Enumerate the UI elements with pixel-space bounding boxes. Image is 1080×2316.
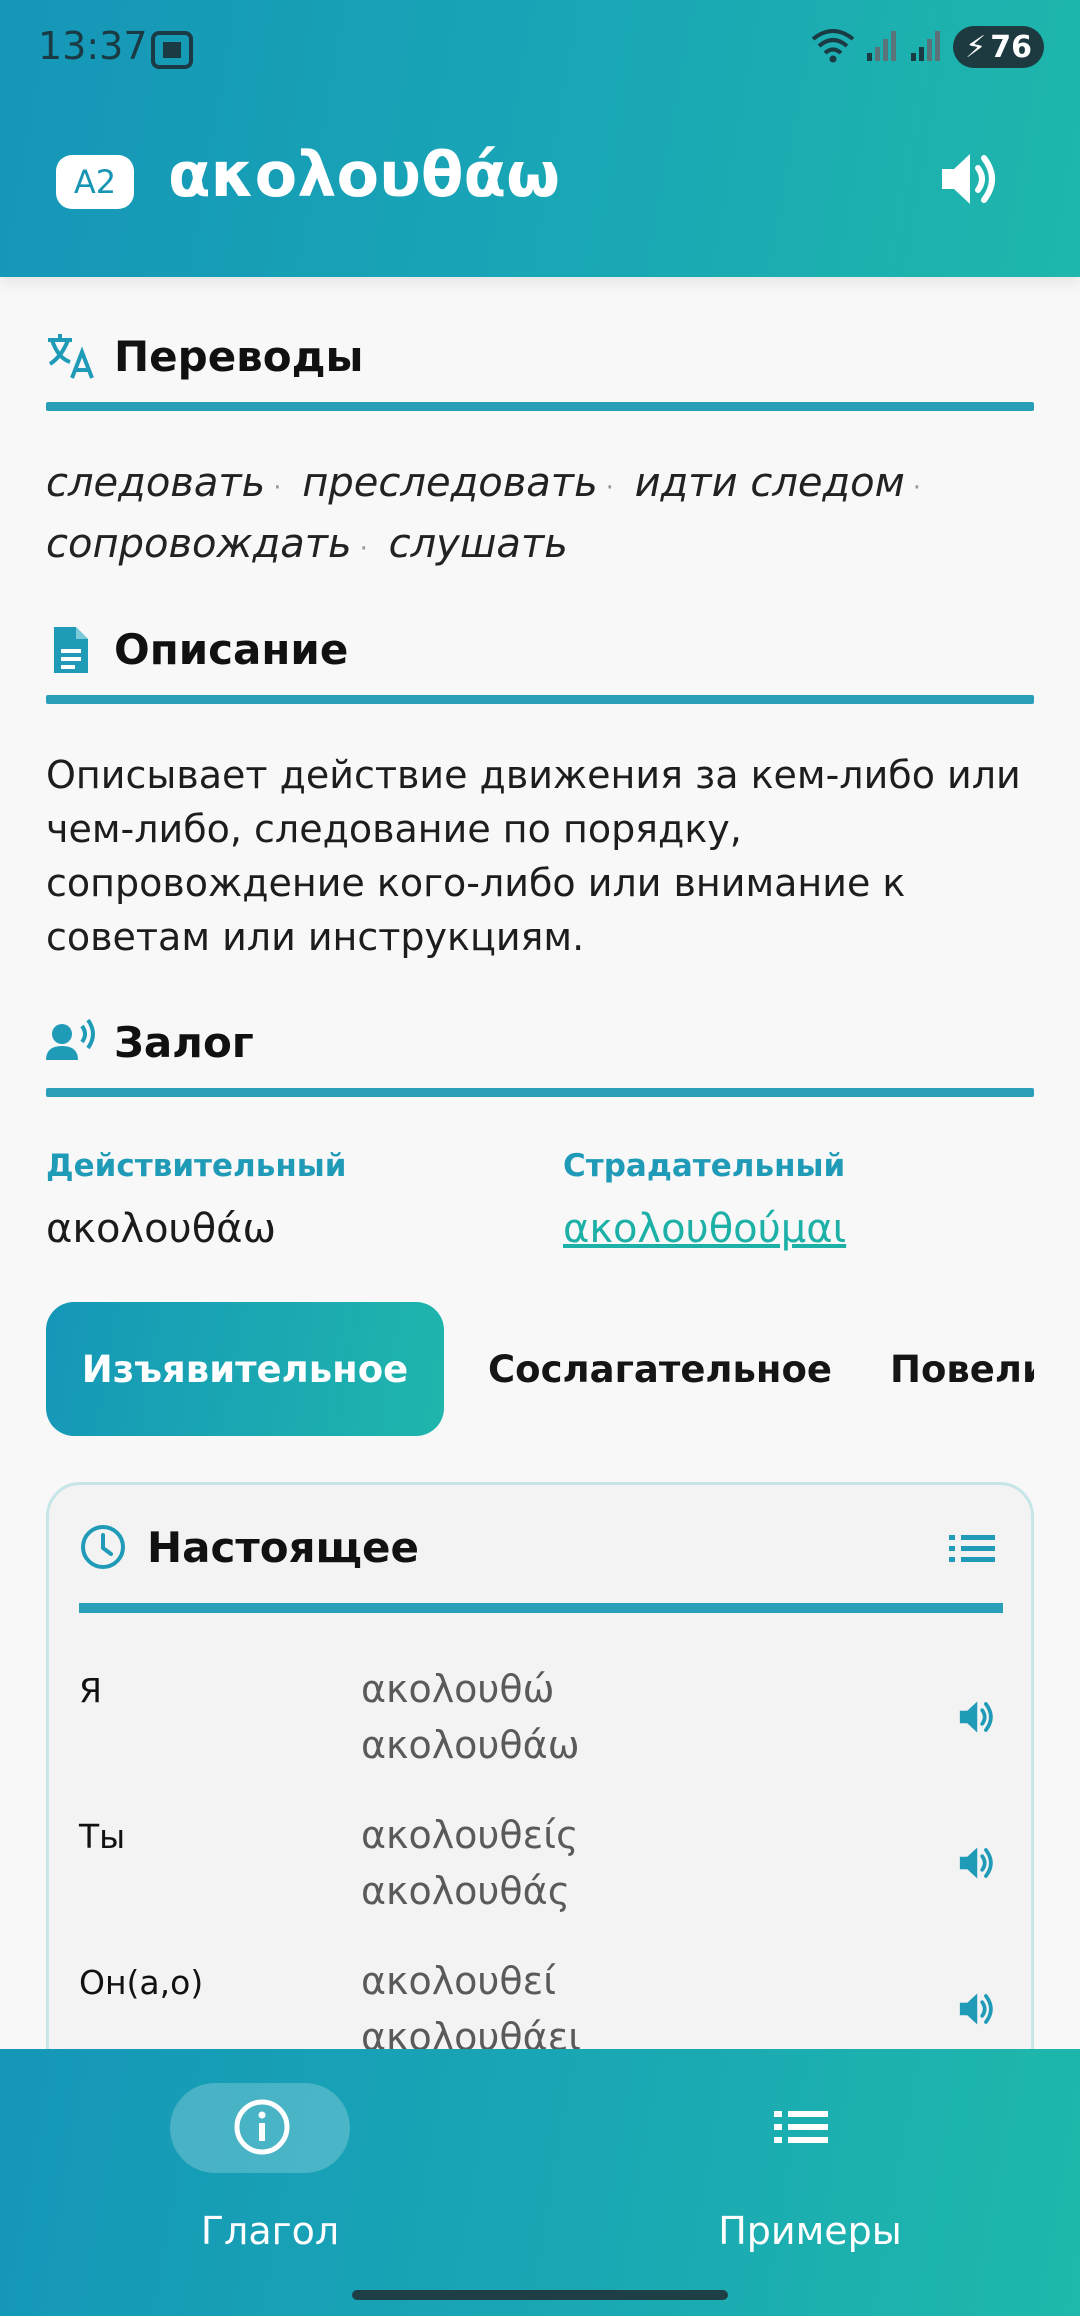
voice-section-header: Залог	[46, 1018, 1034, 1108]
section-divider	[46, 1088, 1034, 1097]
tense-divider	[79, 1603, 1003, 1613]
app-header: 13:37 ⚡ 76 A2 ακολουθάω	[0, 0, 1080, 277]
status-time: 13:37	[38, 24, 148, 68]
passive-voice-link[interactable]: ακολουθούμαι	[563, 1206, 846, 1252]
conjugation-forms: ακολουθώ ακολουθάω	[361, 1661, 580, 1773]
tab-indicative[interactable]: Изъявительное	[46, 1302, 444, 1436]
level-badge: A2	[56, 155, 134, 209]
section-divider	[46, 695, 1034, 704]
speaker-icon[interactable]	[957, 1699, 995, 1740]
mood-tabs: Изъявительное Сослагательное Повели	[46, 1302, 1034, 1436]
form-alternate: ακολουθάω	[361, 1723, 580, 1767]
active-voice-label: Действительный	[46, 1148, 347, 1184]
translation-item: следовать	[46, 460, 266, 506]
nav-label-verb: Глагол	[200, 2209, 340, 2253]
separator-dot: ·	[912, 473, 922, 503]
clock-icon	[79, 1523, 127, 1576]
voice-title: Залог	[114, 1018, 254, 1067]
charging-icon: ⚡	[965, 29, 987, 65]
separator-dot: ·	[273, 473, 282, 503]
separator-dot: ·	[605, 473, 614, 503]
gesture-bar[interactable]	[352, 2290, 728, 2300]
list-icon[interactable]	[949, 1531, 997, 1572]
pronoun: Ты	[79, 1817, 126, 1856]
translation-item: сопровождать	[46, 521, 352, 567]
active-voice: Действительный ακολουθάω	[46, 1148, 347, 1252]
translation-item: слушать	[388, 521, 568, 567]
nav-item-examples[interactable]: Примеры	[540, 2049, 1080, 2279]
pronoun: Я	[79, 1671, 102, 1710]
passive-voice: Страдательный ακολουθούμαι	[563, 1148, 846, 1252]
tense-title: Настоящее	[147, 1523, 419, 1572]
speaker-icon[interactable]	[957, 1845, 995, 1886]
tab-imperative[interactable]: Повели	[890, 1302, 1034, 1436]
description-title: Описание	[114, 625, 349, 674]
conjugation-forms: ακολουθείς ακολουθάς	[361, 1807, 578, 1919]
description-text: Описывает действие движения за кем-либо …	[46, 753, 1021, 959]
conjugation-row: Ты ακολουθείς ακολουθάς	[79, 1807, 1003, 1947]
screenshot-icon	[150, 30, 194, 75]
tab-subjunctive[interactable]: Сослагательное	[488, 1302, 832, 1436]
translations-list: следовать · преследовать · идти следом · со…	[46, 455, 1036, 577]
nav-item-verb[interactable]: Глагол	[0, 2049, 540, 2279]
document-icon	[46, 625, 96, 680]
translate-icon	[46, 332, 96, 387]
passive-voice-label: Страдательный	[563, 1148, 846, 1184]
description-section-header: Описание	[46, 625, 1034, 715]
voice-person-icon	[46, 1018, 96, 1073]
signal-icon	[865, 27, 899, 68]
signal-roaming-icon	[909, 27, 943, 68]
translations-title: Переводы	[114, 332, 364, 381]
nav-label-examples: Примеры	[718, 2209, 902, 2253]
form-primary: ακολουθείς	[361, 1813, 579, 1857]
pronoun: Он(а,о)	[79, 1963, 204, 2002]
battery-indicator: ⚡ 76	[953, 26, 1044, 68]
tense-card-header: Настоящее	[79, 1523, 1003, 1613]
info-icon	[232, 2097, 292, 2162]
form-primary: ακολουθώ	[361, 1667, 555, 1711]
battery-level: 76	[990, 29, 1032, 65]
translation-item: идти следом	[634, 460, 905, 506]
status-icons: ⚡ 76	[811, 26, 1044, 68]
translation-item: преследовать	[302, 460, 598, 506]
separator-dot: ·	[359, 534, 368, 564]
conjugation-row: Я ακολουθώ ακολουθάω	[79, 1661, 1003, 1801]
wifi-icon	[811, 27, 855, 68]
speaker-icon[interactable]	[938, 150, 998, 213]
form-primary: ακολουθεί	[361, 1959, 557, 2003]
status-bar: 13:37 ⚡ 76	[0, 0, 1080, 96]
section-divider	[46, 402, 1034, 411]
list-icon	[772, 2097, 832, 2162]
translations-section-header: Переводы	[46, 332, 1034, 422]
form-alternate: ακολουθάς	[361, 1869, 571, 1913]
bottom-navigation: Глагол Примеры	[0, 2049, 1080, 2316]
speaker-icon[interactable]	[957, 1991, 995, 2032]
active-voice-value: ακολουθάω	[46, 1206, 277, 1252]
page-title: ακολουθάω	[168, 138, 561, 211]
